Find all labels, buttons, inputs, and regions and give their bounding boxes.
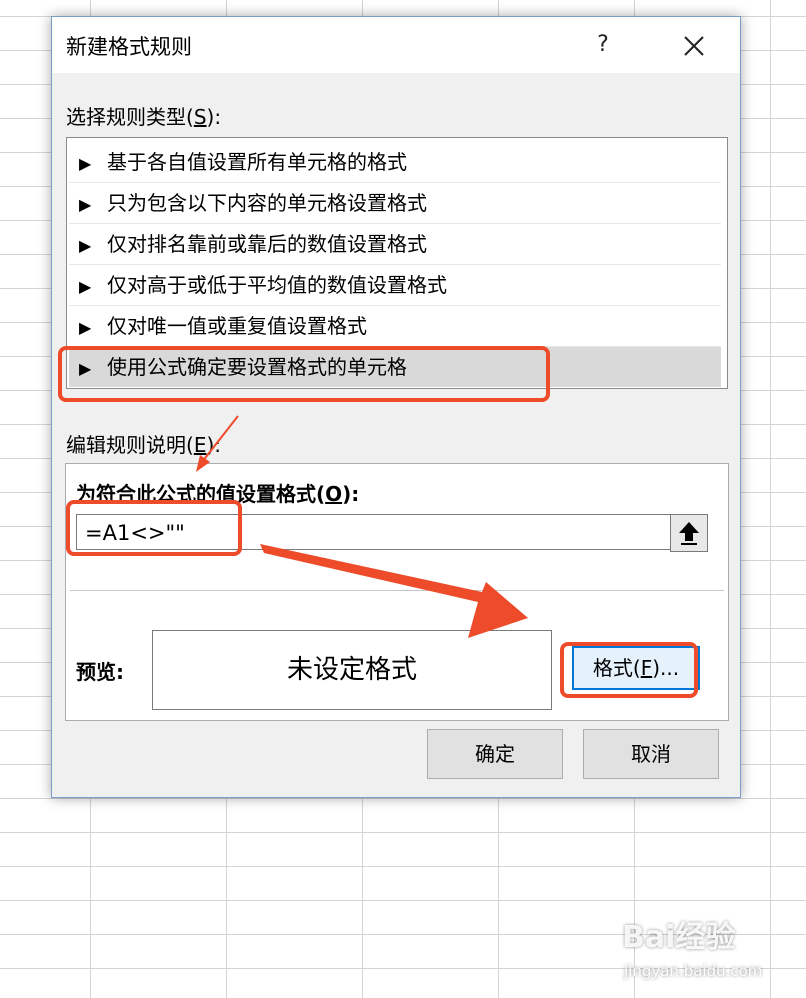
thin-arrow-head xyxy=(196,455,210,472)
big-arrow-icon xyxy=(260,544,528,638)
watermark-url: jingyan.baidu.com xyxy=(624,962,763,980)
thin-arrow-line xyxy=(201,415,239,463)
baidu-logo: Bai经验 xyxy=(622,920,736,955)
baidu-watermark: Bai经验 jingyan.baidu.com xyxy=(616,912,786,992)
annotation-arrows xyxy=(196,415,528,638)
